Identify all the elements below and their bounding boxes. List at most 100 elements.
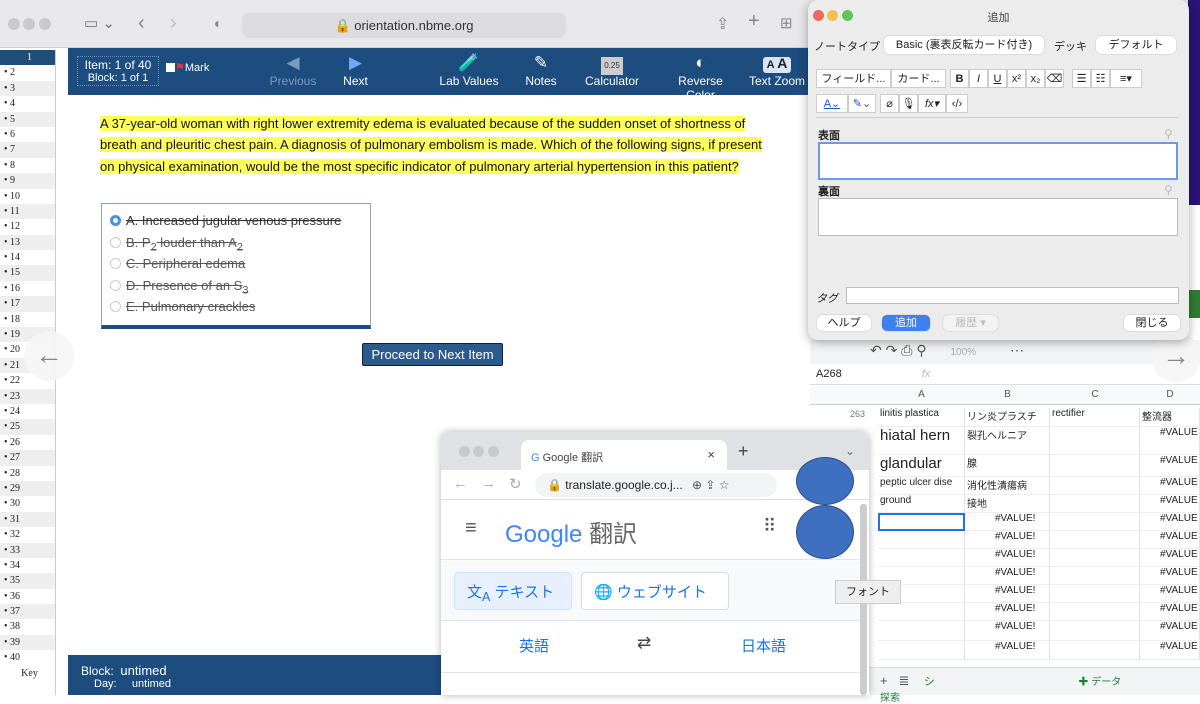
tab-google-translate[interactable]: G Google 翻訳 × — [521, 440, 727, 470]
sheet-cell[interactable]: #VALUE — [1140, 455, 1200, 477]
sheet-cell[interactable]: #VALUE — [1140, 549, 1200, 567]
previous-arrow-icon[interactable]: ← — [24, 331, 74, 381]
sheet-cell[interactable] — [1050, 455, 1140, 477]
zoom-select[interactable]: 100% — [951, 347, 977, 358]
undo-icon[interactable]: ↶ — [870, 342, 882, 358]
column-header-B[interactable]: B — [965, 389, 1050, 400]
sheet-cell[interactable]: glandular — [878, 455, 965, 477]
sheet-cell[interactable]: linitis plastica — [878, 408, 965, 427]
question-number-31[interactable]: • 31 — [0, 511, 55, 528]
column-header-D[interactable]: D — [1140, 389, 1200, 400]
new-tab-icon[interactable]: + — [738, 441, 749, 462]
notes-button[interactable]: ✎ Notes — [520, 52, 562, 88]
sheet-cell[interactable]: #VALUE — [1140, 477, 1200, 495]
sheet-cell[interactable]: #VALUE — [1140, 427, 1200, 455]
sheet-cell[interactable] — [1050, 603, 1140, 621]
radio-button[interactable] — [110, 236, 121, 248]
sheet-cell[interactable]: 裂孔ヘルニア — [965, 427, 1050, 455]
sheet-cell[interactable]: hiatal hern — [878, 427, 965, 455]
question-number-15[interactable]: • 15 — [0, 265, 55, 281]
question-number-32[interactable]: • 32 — [0, 527, 55, 542]
lab-values-button[interactable]: 🧪 Lab Values — [438, 52, 500, 88]
answer-choice[interactable]: D. Presence of an S3 — [110, 275, 362, 296]
italic-icon[interactable]: I — [969, 69, 988, 88]
math-icon[interactable]: fx▾ — [918, 94, 946, 113]
sheet-cell[interactable] — [1050, 585, 1140, 603]
swap-languages-icon[interactable]: ⇄ — [637, 633, 651, 653]
add-sheet-icon[interactable]: + — [880, 673, 888, 688]
back-icon[interactable]: ← — [453, 475, 468, 492]
highlight-icon[interactable]: ✎⌄ — [848, 94, 876, 113]
menu-icon[interactable]: ≡ — [465, 517, 477, 540]
radio-button[interactable] — [110, 301, 121, 313]
eraser-icon[interactable]: ⌫ — [1045, 69, 1064, 88]
sheet-cell[interactable] — [1050, 621, 1140, 641]
text-zoom-button[interactable]: A A Text Zoom — [748, 52, 806, 88]
proceed-button[interactable]: Proceed to Next Item — [362, 343, 503, 366]
paint-format-icon[interactable]: ⚲ — [916, 342, 926, 358]
sheet-cell[interactable]: #VALUE — [1140, 567, 1200, 585]
more-icon[interactable]: ⋯ — [1010, 342, 1024, 358]
microphone-icon[interactable]: 🎙 — [899, 94, 918, 113]
apps-grid-icon[interactable]: ⠿ — [763, 516, 776, 537]
answer-choice[interactable]: A. Increased jugular venous pressure — [110, 210, 362, 232]
reload-icon[interactable]: ↻ — [509, 475, 522, 493]
target-language[interactable]: 日本語 — [741, 635, 786, 656]
question-number-5[interactable]: • 5 — [0, 111, 55, 127]
front-field[interactable] — [818, 142, 1178, 180]
question-number-8[interactable]: • 8 — [0, 158, 55, 173]
sheet-cell[interactable] — [1050, 531, 1140, 549]
question-number-38[interactable]: • 38 — [0, 619, 55, 634]
html-editor-icon[interactable]: ‹/› — [946, 94, 968, 113]
close-button[interactable]: 閉じる — [1124, 315, 1180, 331]
sheet-cell[interactable] — [1050, 477, 1140, 495]
question-number-34[interactable]: • 34 — [0, 558, 55, 573]
share-icon[interactable]: ⇪ — [716, 14, 729, 34]
question-number-1[interactable]: 1 — [0, 50, 55, 66]
question-number-35[interactable]: • 35 — [0, 573, 55, 589]
mark-button[interactable]: ⚑Mark — [166, 61, 209, 74]
next-button[interactable]: ▶ Next — [333, 52, 378, 88]
question-number-28[interactable]: • 28 — [0, 466, 55, 481]
column-header-C[interactable]: C — [1050, 389, 1140, 400]
bullet-list-icon[interactable]: ☰ — [1072, 69, 1091, 88]
new-tab-icon[interactable]: + — [748, 10, 760, 33]
question-number-29[interactable]: • 29 — [0, 480, 55, 497]
sheet-tab[interactable]: シ — [924, 676, 935, 688]
tab-search-icon[interactable]: ⌄ — [845, 444, 855, 458]
pin-icon[interactable]: ⚲ — [1164, 127, 1173, 141]
question-number-40[interactable]: • 40 — [0, 650, 55, 665]
sheet-cell[interactable]: リン炎プラスチ — [965, 408, 1050, 427]
question-number-18[interactable]: • 18 — [0, 312, 55, 327]
radio-button[interactable] — [110, 215, 121, 226]
sheet-cell[interactable]: #VALUE! — [965, 585, 1050, 603]
sheet-cell[interactable]: #VALUE — [1140, 621, 1200, 641]
sheet-cell[interactable] — [878, 513, 965, 531]
window-controls[interactable] — [459, 446, 499, 460]
sheet-cell[interactable]: peptic ulcer dise — [878, 477, 965, 495]
tab-overview-icon[interactable]: ⊞ — [780, 14, 793, 32]
tab-text[interactable]: 文A テキスト — [454, 572, 572, 610]
address-bar[interactable]: 🔒 translate.google.co.j... ⊕ ⇪ ☆ — [535, 473, 777, 497]
question-number-36[interactable]: • 36 — [0, 589, 55, 604]
close-tab-icon[interactable]: × — [707, 447, 715, 462]
sheet-cell[interactable] — [1050, 549, 1140, 567]
sheet-cell[interactable] — [1050, 641, 1140, 660]
mark-checkbox[interactable] — [166, 63, 175, 72]
sheet-cell[interactable]: #VALUE! — [965, 603, 1050, 621]
question-number-13[interactable]: • 13 — [0, 234, 55, 251]
subscript-icon[interactable]: x₂ — [1026, 69, 1045, 88]
sheet-cell[interactable]: #VALUE! — [965, 621, 1050, 641]
question-number-17[interactable]: • 17 — [0, 296, 55, 312]
help-button[interactable]: ヘルプ — [817, 315, 871, 331]
forward-icon[interactable]: › — [170, 12, 177, 35]
question-number-16[interactable]: • 16 — [0, 281, 55, 296]
history-button[interactable]: 履歴 ▾ — [943, 315, 998, 331]
add-button[interactable]: 追加 — [882, 315, 930, 331]
question-number-6[interactable]: • 6 — [0, 127, 55, 142]
sheet-cell[interactable]: 消化性潰瘍病 — [965, 477, 1050, 495]
previous-button[interactable]: ◀ Previous — [268, 52, 318, 88]
sheet-cell[interactable]: rectifier — [1050, 408, 1140, 427]
row-number[interactable]: 263 — [850, 409, 865, 419]
align-icon[interactable]: ≡▾ — [1110, 69, 1142, 88]
